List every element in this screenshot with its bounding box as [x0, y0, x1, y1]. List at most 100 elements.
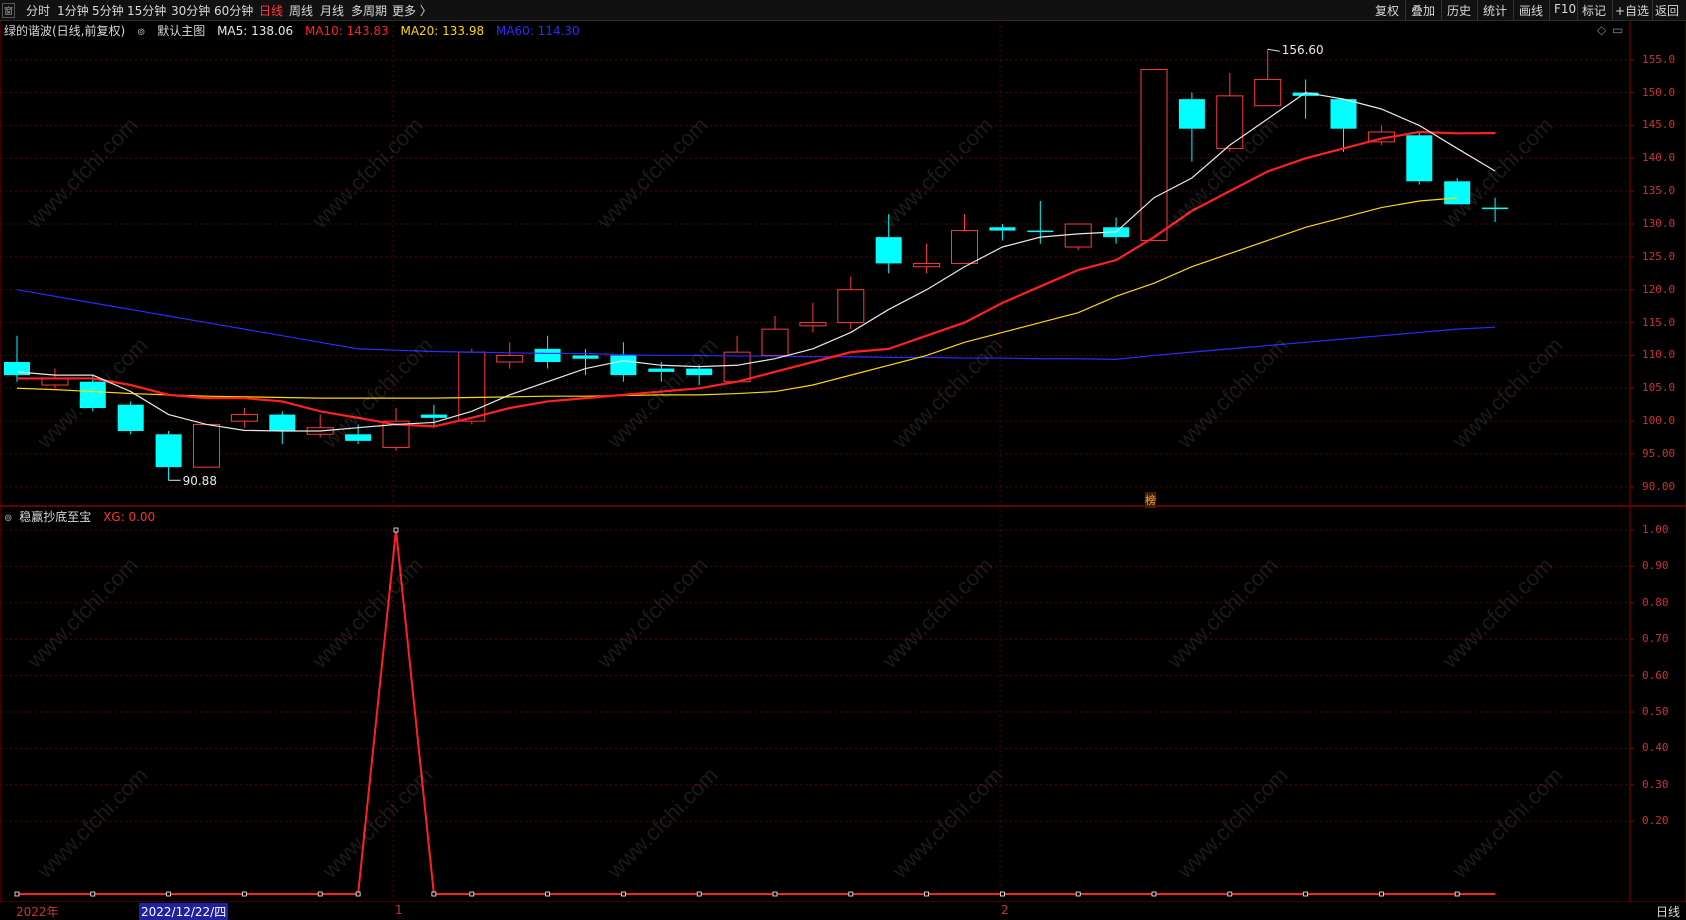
- period-indicator: 日线: [1655, 905, 1680, 919]
- candle: [458, 348, 486, 425]
- candle-body: [1027, 230, 1054, 233]
- y-tick-label: 115.0: [1642, 315, 1676, 329]
- candle: [269, 411, 296, 445]
- xg-point: [924, 891, 929, 897]
- high-pointer: [1267, 48, 1280, 52]
- y-tick-label: 90.00: [1642, 479, 1676, 493]
- candle-body: [193, 423, 220, 468]
- xg-point: [621, 891, 626, 897]
- xg-point: [469, 891, 475, 897]
- y-tick-label: 135.0: [1642, 184, 1676, 198]
- candle: [875, 214, 902, 274]
- candle-body: [761, 328, 789, 356]
- candle: [1444, 178, 1471, 205]
- candle: [193, 423, 220, 468]
- candle-body: [1482, 207, 1509, 210]
- candle-body: [1064, 223, 1092, 248]
- candle-body: [79, 381, 106, 408]
- high-price-label: 156.60: [1281, 43, 1324, 58]
- candle-body: [875, 237, 902, 264]
- candle-body: [1140, 69, 1168, 241]
- y-tick-label: 130.0: [1642, 217, 1676, 230]
- xg-point: [1379, 891, 1384, 897]
- y-tick-label: 0.60: [1642, 668, 1669, 682]
- month-label-2: 2: [1001, 903, 1009, 917]
- candle: [1140, 69, 1168, 241]
- candle: [1482, 197, 1509, 223]
- candle: [534, 335, 561, 369]
- xg-point: [1303, 891, 1308, 897]
- candle: [230, 408, 258, 428]
- xg-point: [1227, 891, 1233, 897]
- y-tick-label: 1.00: [1642, 523, 1669, 536]
- y-tick-label: 0.30: [1642, 777, 1669, 791]
- candle-body: [989, 227, 1016, 231]
- candle: [1254, 49, 1282, 107]
- candle: [1367, 125, 1395, 146]
- y-tick-label: 110.0: [1642, 348, 1676, 362]
- y-tick-label: 120.0: [1642, 282, 1676, 296]
- xg-point: [355, 891, 361, 897]
- candle-body: [1178, 99, 1205, 129]
- y-tick-label: 0.50: [1642, 705, 1669, 718]
- xg-point: [90, 891, 96, 897]
- candle: [117, 401, 144, 435]
- ma60-line: [16, 289, 1496, 360]
- candle-body: [572, 355, 599, 359]
- y-tick-label: 140.0: [1642, 151, 1676, 165]
- xg-point: [14, 891, 20, 897]
- y-tick-label: 125.0: [1642, 249, 1676, 263]
- candle-body: [686, 368, 713, 376]
- y-tick-label: 0.20: [1642, 814, 1669, 828]
- candle-body: [1330, 99, 1357, 129]
- candle: [723, 335, 751, 383]
- candle-body: [1444, 181, 1471, 205]
- candle-body: [1254, 78, 1282, 107]
- candle: [306, 414, 334, 438]
- candle-body: [951, 230, 978, 264]
- xg-point: [1000, 891, 1005, 897]
- candle-body: [799, 322, 827, 327]
- candle: [1406, 132, 1433, 185]
- candle-body: [345, 434, 372, 441]
- price-chart[interactable]: [0, 0, 1686, 920]
- candle-body: [534, 348, 561, 362]
- candle-body: [610, 355, 637, 376]
- candle: [989, 224, 1016, 241]
- candle: [799, 302, 827, 333]
- candle-body: [496, 354, 524, 363]
- candle: [951, 214, 978, 264]
- candle: [686, 365, 713, 385]
- candle-body: [913, 262, 941, 268]
- candle: [4, 335, 30, 382]
- y-tick-label: 150.0: [1642, 85, 1676, 99]
- xg-point: [1075, 891, 1081, 897]
- candle-body: [269, 414, 296, 431]
- ma10-line: [17, 130, 1496, 428]
- xg-point: [696, 891, 702, 897]
- month-label-1: 1: [395, 903, 403, 917]
- candle: [1330, 99, 1357, 152]
- candle-body: [230, 414, 258, 422]
- xg-point: [431, 891, 437, 897]
- xg-point: [545, 891, 550, 897]
- candle-body: [648, 368, 675, 372]
- selected-date: 2022/12/22/四: [139, 903, 229, 920]
- low-price-label: 90.88: [182, 474, 217, 489]
- candle: [496, 342, 524, 369]
- xg-point: [317, 891, 323, 897]
- xg-point: [848, 891, 854, 897]
- candle-body: [420, 414, 447, 418]
- xg-point: [772, 891, 778, 897]
- candle: [837, 276, 865, 330]
- xg-point: [166, 891, 172, 897]
- marker-label[interactable]: 榜: [1145, 492, 1156, 508]
- y-tick-label: 105.0: [1642, 381, 1676, 395]
- candle: [155, 431, 182, 481]
- y-tick-label: 0.80: [1642, 595, 1669, 609]
- candle: [1178, 92, 1205, 162]
- date-axis: [0, 902, 1686, 920]
- candle: [1064, 223, 1092, 251]
- candle-body: [1216, 95, 1244, 149]
- xg-point: [393, 527, 399, 533]
